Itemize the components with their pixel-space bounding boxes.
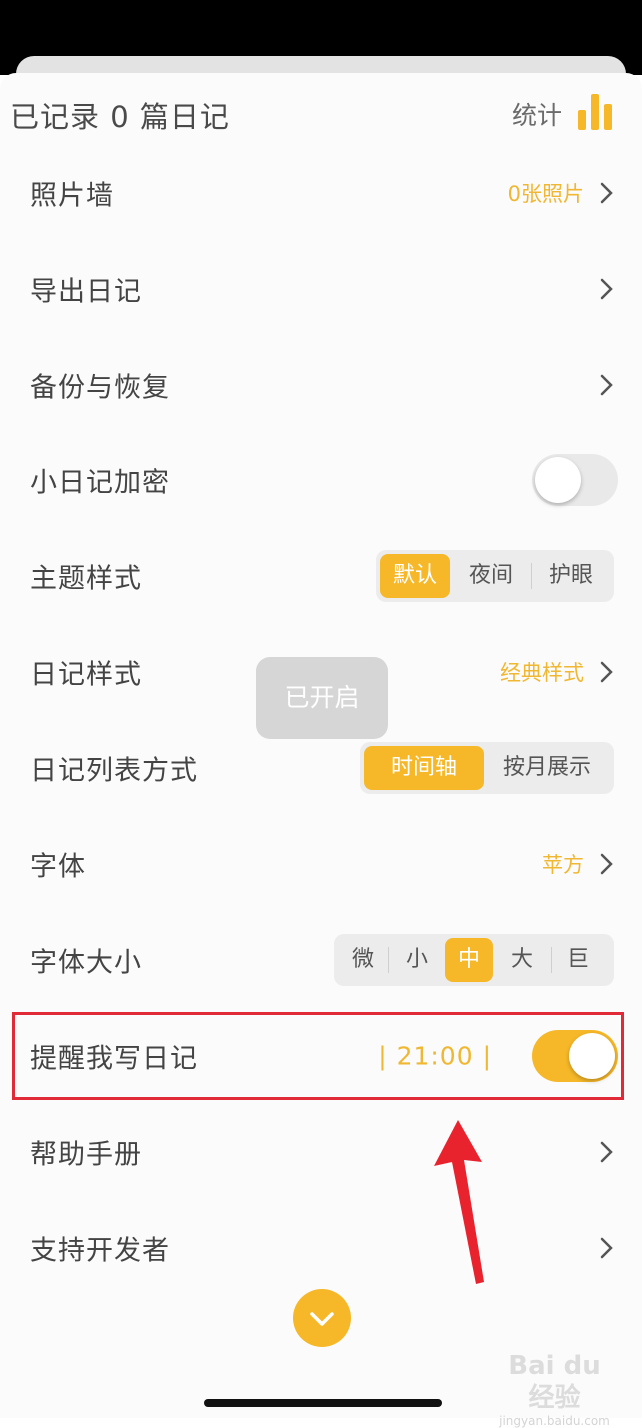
font-label: 字体 (30, 851, 86, 883)
watermark-url: jingyan.baidu.com (499, 1414, 610, 1428)
theme-option-eye-care[interactable]: 护眼 (532, 554, 610, 598)
lock-toggle[interactable] (532, 454, 618, 506)
diary-style-value: 经典样式 (500, 661, 584, 685)
font-size-option-small[interactable]: 小 (389, 938, 445, 982)
export-label: 导出日记 (30, 276, 142, 308)
toggle-knob (535, 457, 581, 503)
font-size-option-huge[interactable]: 巨 (552, 938, 604, 982)
theme-label: 主题样式 (30, 563, 142, 595)
chevron-right-icon (600, 278, 613, 300)
lock-label: 小日记加密 (30, 467, 170, 499)
row-support[interactable]: 支持开发者 (0, 1200, 642, 1296)
theme-option-default[interactable]: 默认 (380, 554, 450, 598)
watermark-brand: Bai du 经验 (508, 1351, 601, 1413)
diary-count-title: 已记录 0 篇日记 (10, 100, 230, 134)
chevron-right-icon (600, 1141, 613, 1163)
theme-segmented-control: 默认 夜间 护眼 (376, 550, 614, 602)
list-mode-label: 日记列表方式 (30, 755, 198, 787)
watermark: Bai du 经验 jingyan.baidu.com (497, 1350, 612, 1428)
diary-style-label: 日记样式 (30, 659, 142, 691)
font-size-label: 字体大小 (30, 947, 142, 979)
row-export[interactable]: 导出日记 (0, 241, 642, 337)
chevron-right-icon (600, 661, 613, 683)
list-option-timeline[interactable]: 时间轴 (364, 746, 484, 790)
stats-label[interactable]: 统计 (512, 96, 562, 132)
row-lock: 小日记加密 (0, 432, 642, 528)
row-backup[interactable]: 备份与恢复 (0, 337, 642, 433)
help-label: 帮助手册 (30, 1139, 142, 1171)
font-size-option-medium[interactable]: 中 (445, 938, 493, 982)
header: 已记录 0 篇日记 统计 (0, 84, 642, 140)
list-option-monthly[interactable]: 按月展示 (484, 746, 610, 790)
list-mode-segmented-control: 时间轴 按月展示 (360, 742, 614, 794)
collapse-button[interactable] (293, 1289, 351, 1347)
row-help[interactable]: 帮助手册 (0, 1104, 642, 1200)
home-indicator (204, 1399, 442, 1407)
row-photo-wall[interactable]: 照片墙 0张照片 (0, 145, 642, 241)
chevron-right-icon (600, 853, 613, 875)
row-font[interactable]: 字体 苹方 (0, 816, 642, 912)
photo-count-value: 0张照片 (507, 182, 584, 206)
bar-chart-icon[interactable] (578, 94, 612, 130)
row-theme: 主题样式 默认 夜间 护眼 (0, 528, 642, 624)
theme-option-night[interactable]: 夜间 (451, 554, 531, 598)
chevron-down-icon (310, 1312, 334, 1326)
font-size-segmented-control: 微 小 中 大 巨 (334, 934, 614, 986)
toast-message: 已开启 (256, 657, 388, 739)
support-label: 支持开发者 (30, 1235, 170, 1267)
font-value: 苹方 (542, 853, 584, 877)
row-font-size: 字体大小 微 小 中 大 巨 (0, 912, 642, 1008)
chevron-right-icon (600, 1237, 613, 1259)
backup-label: 备份与恢复 (30, 372, 170, 404)
photo-wall-label: 照片墙 (30, 180, 114, 212)
chevron-right-icon (600, 374, 613, 396)
font-size-option-large[interactable]: 大 (493, 938, 551, 982)
font-size-option-tiny[interactable]: 微 (338, 938, 388, 982)
annotation-arrow-icon (434, 1120, 484, 1284)
annotation-highlight-box (12, 1012, 624, 1100)
chevron-right-icon (600, 182, 613, 204)
